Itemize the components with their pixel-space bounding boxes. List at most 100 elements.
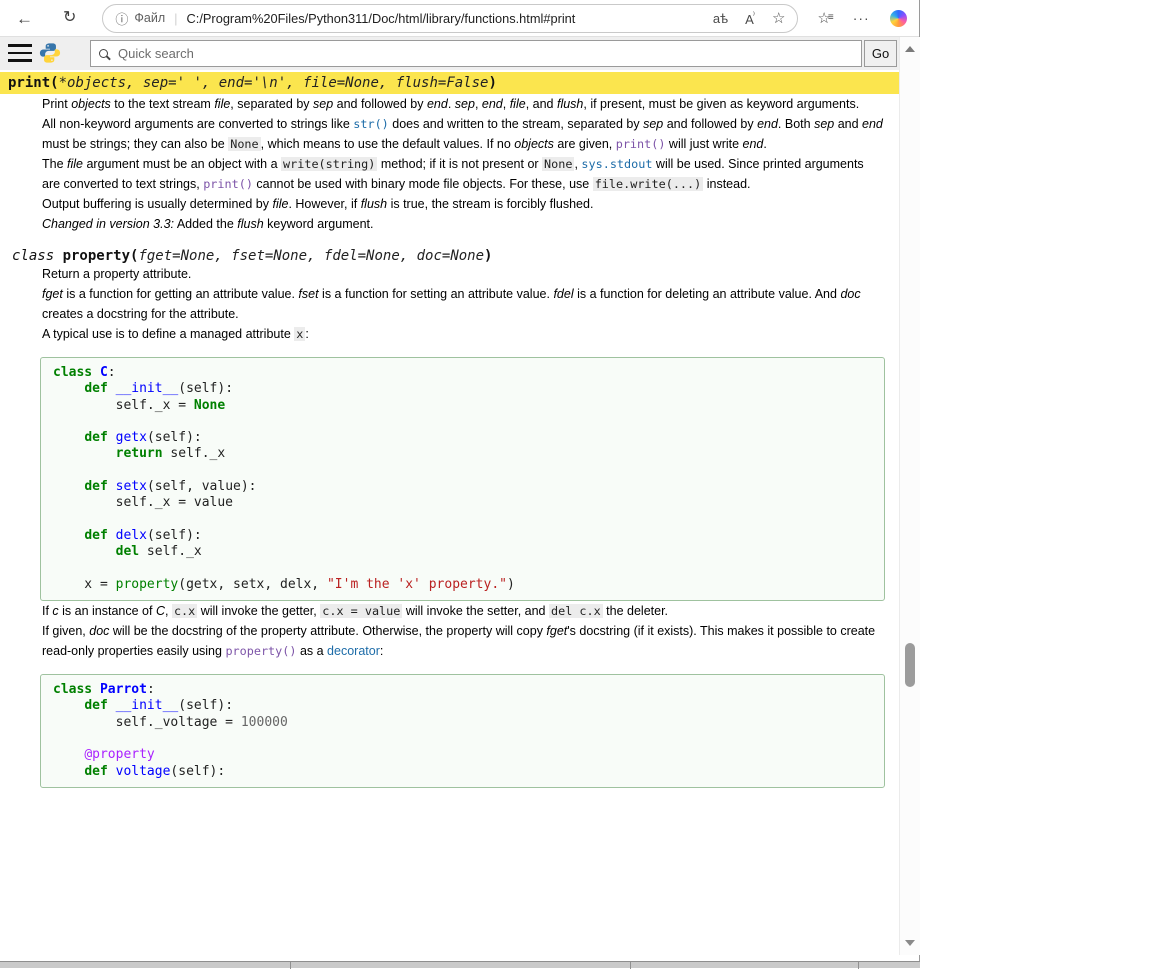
text-segment: cannot be used with binary mode file obj… [253, 177, 593, 191]
code-segment: def [84, 430, 115, 445]
text-segment: fget [42, 287, 63, 301]
text-segment: will just write [665, 137, 742, 151]
text-segment: If [42, 604, 52, 618]
text-segment: Return a property attribute. [42, 267, 191, 281]
scroll-thumb[interactable] [905, 643, 915, 687]
favorite-star-icon[interactable]: ☆ [772, 9, 785, 27]
refresh-button[interactable]: ↻ [59, 8, 80, 28]
property-signature-paren: ) [484, 248, 492, 264]
code-segment [53, 381, 84, 396]
text-segment: , and [526, 97, 557, 111]
text-segment: file.write(...) [593, 177, 704, 191]
text-segment: will be the docstring of the property at… [109, 624, 546, 638]
code-line: def getx(self): [53, 430, 872, 446]
back-button[interactable]: ← [12, 8, 37, 29]
hamburger-bar [8, 59, 32, 62]
code-segment: (self): [147, 528, 202, 543]
inline-link[interactable]: sys.stdout [581, 157, 652, 171]
favorites-hub-icon[interactable]: ☆≡ [817, 9, 833, 27]
scroll-up-button[interactable] [905, 46, 915, 52]
text-segment: , separated by [230, 97, 313, 111]
text-segment: sep [814, 117, 834, 131]
text-segment: is an instance of [59, 604, 156, 618]
text-segment: flush [361, 197, 387, 211]
translate-icon[interactable]: аѣ [713, 11, 728, 26]
search-icon [99, 49, 108, 58]
code-segment: (self): [147, 430, 202, 445]
property-signature: class property(fget=None, fset=None, fde… [12, 248, 899, 264]
print-signature-params: *objects, sep=' ', end='\n', file=None, … [59, 75, 489, 91]
code-line [53, 731, 872, 747]
text-segment: sep [455, 97, 475, 111]
code-segment: __init__ [116, 698, 179, 713]
text-segment: objects [514, 137, 554, 151]
read-aloud-icon[interactable]: A⁾ [745, 10, 755, 27]
text-segment: C [156, 604, 165, 618]
code-segment: class [53, 682, 100, 697]
text-segment: : [305, 327, 308, 341]
code-segment: self._x = [53, 398, 194, 413]
text-segment: Changed in version 3.3: [42, 217, 174, 231]
code-segment: def [84, 381, 115, 396]
copilot-icon[interactable] [890, 10, 907, 27]
text-segment: sep [313, 97, 333, 111]
print-signature-name: print [8, 75, 50, 91]
text-segment: will invoke the getter, [197, 604, 320, 618]
code-line: self._x = None [53, 398, 872, 414]
text-segment: and followed by [663, 117, 757, 131]
address-separator: | [174, 11, 177, 26]
code-segment: 100000 [241, 715, 288, 730]
text-segment: must be strings; they can also be [42, 137, 228, 151]
text-segment: flush [237, 217, 263, 231]
code-line: self._x = value [53, 495, 872, 511]
code-line: class Parrot: [53, 682, 872, 698]
scroll-down-button[interactable] [905, 940, 915, 946]
code-line: class C: [53, 365, 872, 381]
code-line: x = property(getx, setx, delx, "I'm the … [53, 577, 872, 593]
code-segment: @property [84, 747, 154, 762]
inline-link[interactable]: property() [225, 644, 296, 658]
text-segment: . However, if [288, 197, 360, 211]
text-segment: , [165, 604, 172, 618]
code-line: return self._x [53, 446, 872, 462]
code-segment: def [84, 528, 115, 543]
text-segment: keyword argument. [264, 217, 374, 231]
site-info-icon[interactable]: ⓘ [115, 9, 128, 28]
file-protocol-label: Файл [134, 11, 165, 25]
inline-link[interactable]: print() [616, 137, 666, 151]
code-segment: ) [507, 577, 515, 592]
text-segment: will invoke the setter, and [402, 604, 549, 618]
inline-link[interactable]: decorator [327, 644, 380, 658]
text-segment: method; if it is not present or [377, 157, 542, 171]
menu-hamburger-button[interactable] [8, 44, 32, 62]
code-segment: C [100, 365, 108, 380]
code-segment [53, 698, 84, 713]
text-segment: doc [840, 287, 860, 301]
code-line: def voltage(self): [53, 764, 872, 780]
background-window-strip [0, 961, 920, 968]
text-segment: . Both [778, 117, 814, 131]
inline-link[interactable]: str() [353, 117, 389, 131]
search-input[interactable] [116, 45, 853, 62]
text-segment: end [482, 97, 503, 111]
property-signature-name: property [63, 248, 130, 264]
code-segment: def [84, 698, 115, 713]
inline-link[interactable]: print() [203, 177, 253, 191]
code-segment [53, 747, 84, 762]
code-segment: (self, value): [147, 479, 257, 494]
text-segment: del c.x [549, 604, 603, 618]
code-line [53, 414, 872, 430]
text-segment: fdel [553, 287, 573, 301]
text-segment: , [503, 97, 510, 111]
address-bar[interactable]: ⓘ Файл | C:/Program%20Files/Python311/Do… [102, 4, 798, 33]
settings-more-button[interactable]: ··· [853, 10, 870, 26]
go-button[interactable]: Go [864, 40, 897, 67]
quick-search-box[interactable] [90, 40, 862, 67]
text-segment: and [834, 117, 862, 131]
code-line: def __init__(self): [53, 381, 872, 397]
text-segment: fget [546, 624, 567, 638]
url-text[interactable]: C:/Program%20Files/Python311/Doc/html/li… [187, 11, 696, 26]
vertical-scrollbar[interactable] [899, 37, 920, 955]
python-logo-icon[interactable] [39, 42, 61, 69]
print-signature: print(*objects, sep=' ', end='\n', file=… [0, 72, 899, 94]
